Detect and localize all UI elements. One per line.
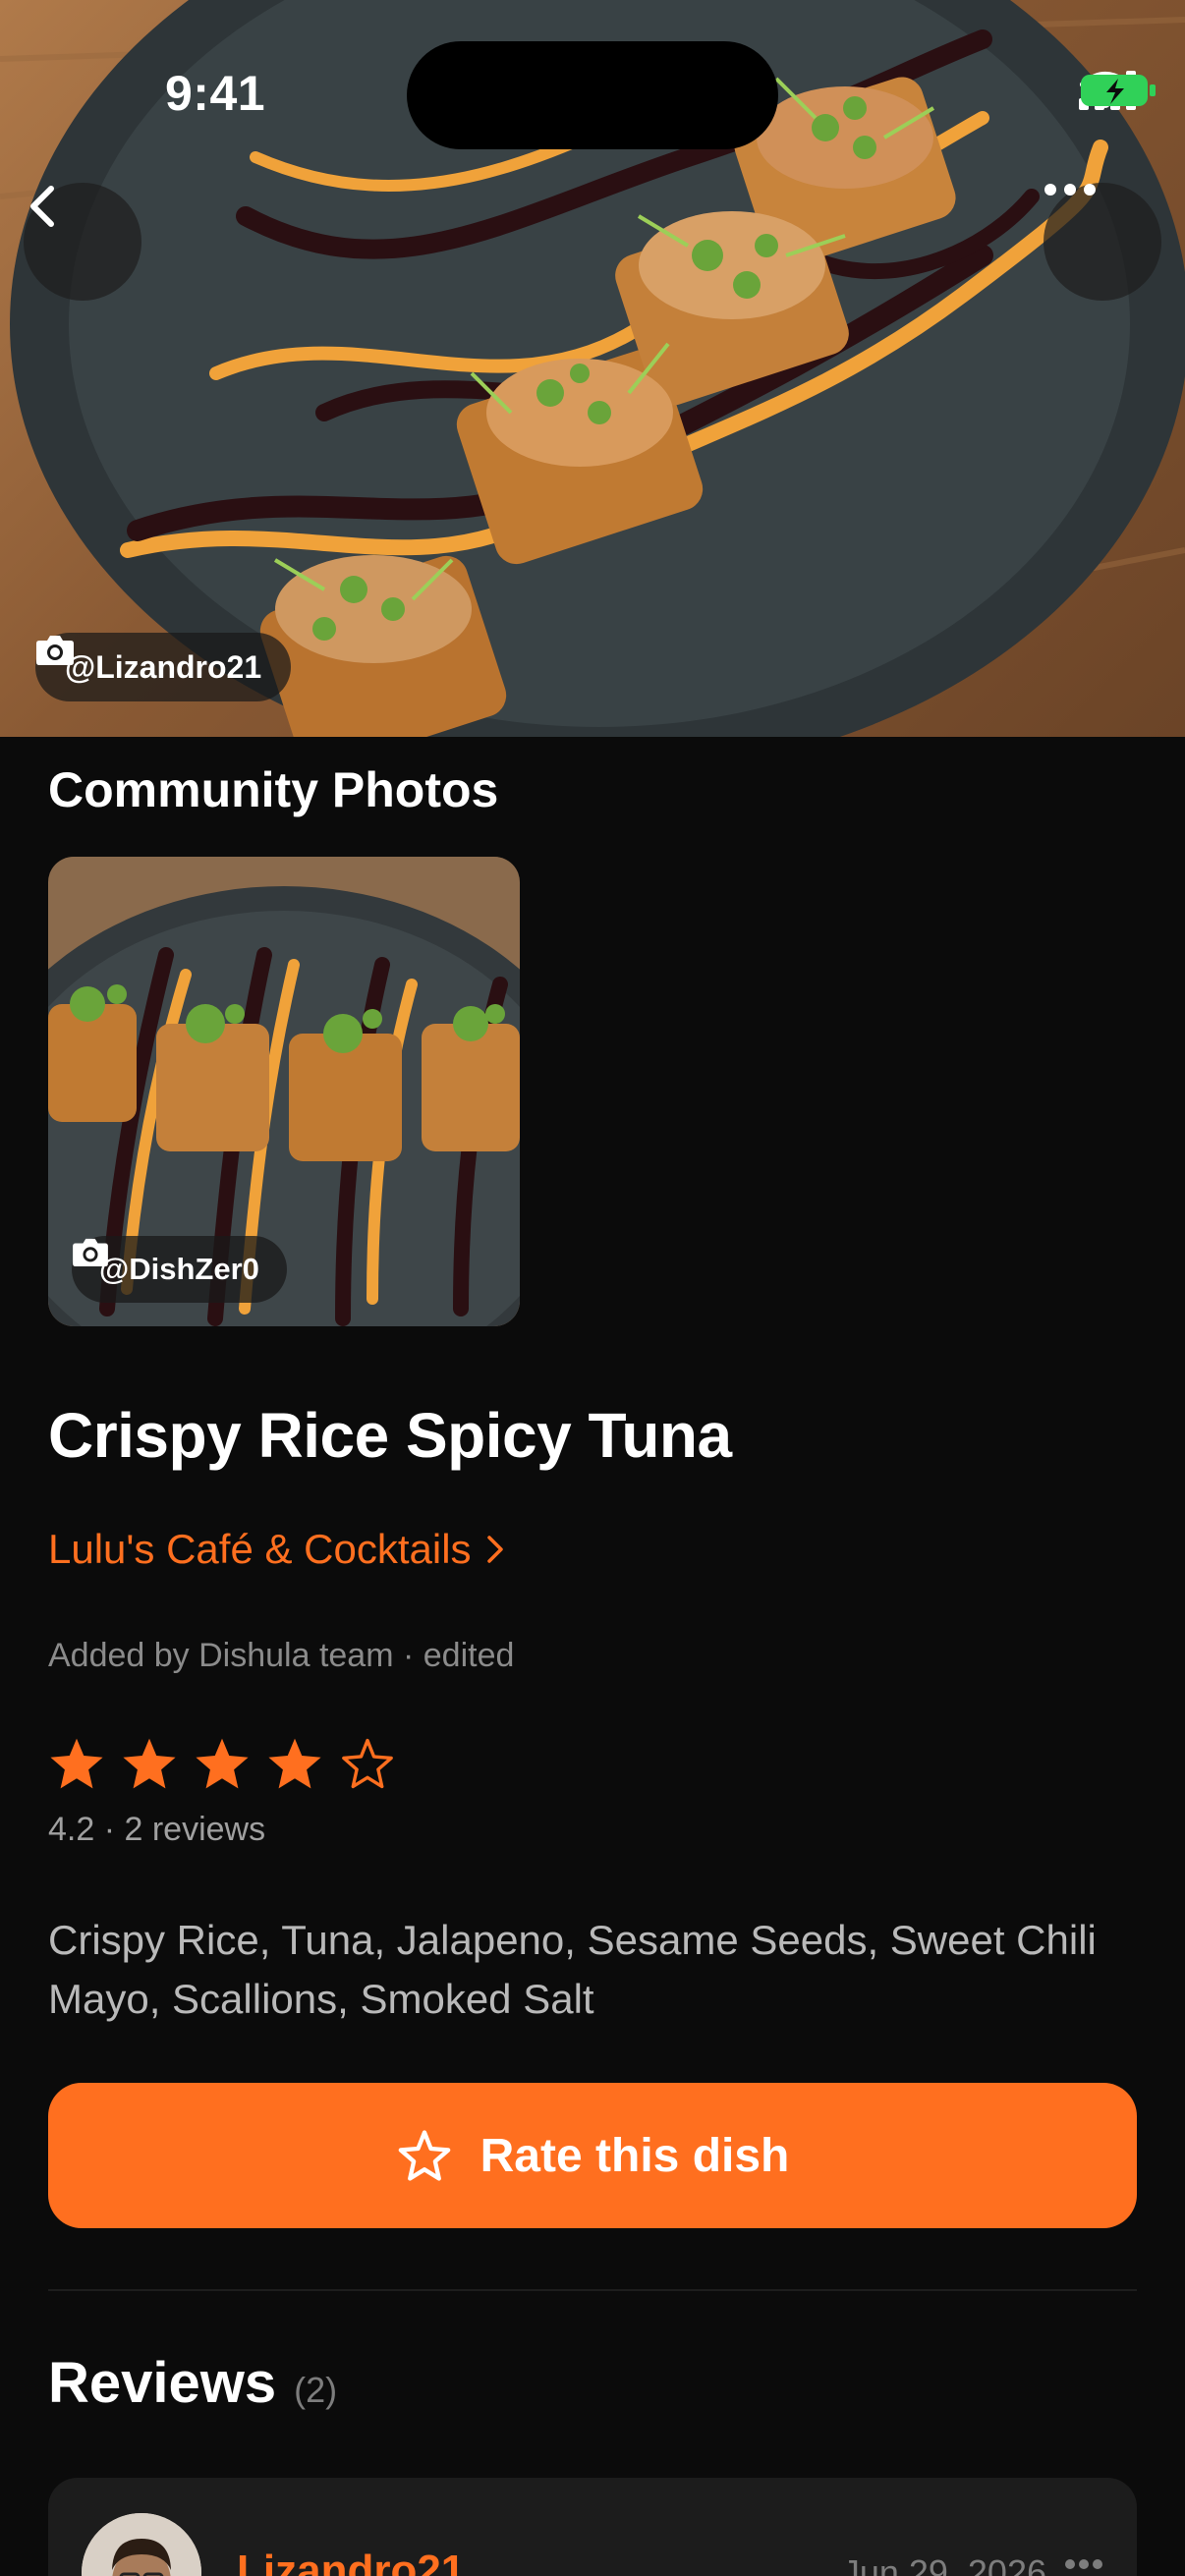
reviews-title: Reviews — [48, 2351, 277, 2415]
review-card[interactable]: Lizandro21 Jun 29, 2026 — [48, 2478, 1137, 2576]
rate-dish-button[interactable]: Rate this dish — [48, 2083, 1137, 2228]
section-divider — [48, 2289, 1137, 2291]
community-photo-credit[interactable]: @DishZer0 — [72, 1236, 287, 1303]
camera-icon — [73, 1238, 108, 1267]
more-options-button[interactable] — [1044, 183, 1161, 301]
community-photo-credit-label: @DishZer0 — [99, 1252, 259, 1286]
battery-icon — [1081, 75, 1156, 106]
added-by-text: Added by Dishula team · edited — [48, 1637, 515, 1674]
reviews-header: Reviews (2) — [48, 2350, 337, 2416]
dynamic-island — [407, 41, 778, 149]
star-icon — [123, 1738, 176, 1789]
camera-icon — [36, 636, 74, 665]
restaurant-name: Lulu's Café & Cocktails — [48, 1526, 472, 1572]
more-icon[interactable] — [1064, 2558, 1103, 2570]
star-icon — [196, 1738, 249, 1789]
avatar-image — [82, 2513, 201, 2576]
status-time: 9:41 — [165, 66, 266, 121]
reviews-count: (2) — [294, 2370, 338, 2410]
community-photos-title: Community Photos — [48, 762, 499, 817]
back-chevron-icon — [30, 186, 54, 227]
rate-dish-label: Rate this dish — [480, 2129, 790, 2182]
hero-photo[interactable]: 9:41 @Lizandro21 — [0, 0, 1185, 737]
star-outline-icon — [342, 1738, 393, 1789]
chevron-right-icon — [486, 1536, 503, 1563]
review-date: Jun 29, 2026 — [841, 2552, 1046, 2576]
back-button[interactable] — [24, 183, 141, 301]
restaurant-link[interactable]: Lulu's Café & Cocktails — [48, 1526, 505, 1573]
star-icon — [50, 1738, 103, 1789]
community-photo-thumbnail[interactable]: @DishZer0 — [48, 857, 520, 1326]
reviewer-name[interactable]: Lizandro21 — [237, 2547, 465, 2576]
hero-photo-credit[interactable]: @Lizandro21 — [35, 633, 292, 701]
dish-title: Crispy Rice Spicy Tuna — [48, 1400, 732, 1471]
star-outline-icon — [398, 2130, 450, 2181]
star-icon — [268, 1738, 321, 1789]
hero-photo-credit-label: @Lizandro21 — [65, 648, 262, 685]
rating-summary: 4.2 · 2 reviews — [48, 1811, 266, 1848]
more-icon — [1044, 184, 1096, 196]
star-rating — [48, 1736, 396, 1791]
ingredients-text: Crispy Rice, Tuna, Jalapeno, Sesame Seed… — [48, 1917, 1097, 2022]
avatar[interactable] — [82, 2513, 201, 2576]
